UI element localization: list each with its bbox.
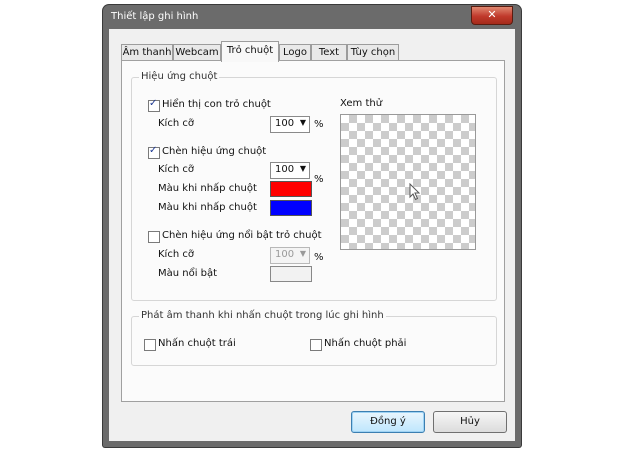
ok-button[interactable]: Đồng ý: [351, 411, 425, 433]
left-click-sound-label: Nhấn chuột trái: [158, 338, 236, 349]
right-click-color-label: Màu khi nhấp chuột: [158, 202, 257, 213]
tab-label: Logo: [283, 47, 307, 58]
highlight-size-select[interactable]: 100 ▼: [270, 247, 310, 264]
show-cursor-checkbox[interactable]: ✓: [148, 98, 160, 112]
group-title: Phát âm thanh khi nhấn chuột trong lúc g…: [139, 310, 386, 321]
mouse-pointer-icon: [409, 183, 421, 201]
close-icon: ✕: [487, 8, 497, 21]
tab-logo[interactable]: Logo: [279, 44, 311, 61]
cursor-preview: [340, 114, 476, 250]
click-size-select[interactable]: 100 ▼: [270, 162, 310, 179]
tab-label: Webcam: [175, 47, 219, 58]
button-label: Đồng ý: [370, 416, 406, 427]
highlight-checkbox[interactable]: [148, 231, 160, 243]
tab-cursor[interactable]: Trỏ chuột: [221, 41, 279, 62]
group-title: Hiệu ứng chuột: [139, 71, 220, 82]
right-click-sound-label: Nhấn chuột phải: [324, 338, 407, 349]
tab-label: Trỏ chuột: [226, 45, 274, 56]
percent-unit: %: [314, 119, 324, 130]
highlight-label: Chèn hiệu ứng nổi bật trỏ chuột: [162, 230, 322, 241]
percent-unit: %: [314, 252, 324, 263]
left-click-sound-checkbox[interactable]: [144, 339, 156, 351]
click-effect-checkbox[interactable]: ✓: [148, 145, 160, 159]
highlight-color-label: Màu nổi bật: [158, 268, 218, 279]
left-click-color-label: Màu khi nhấp chuột: [158, 183, 257, 194]
button-label: Hủy: [460, 416, 480, 427]
click-size-label: Kích cỡ: [158, 164, 194, 175]
window-title: Thiết lập ghi hình: [111, 11, 199, 22]
left-click-color-swatch[interactable]: [270, 181, 312, 197]
click-effect-label: Chèn hiệu ứng chuột: [162, 146, 267, 157]
tab-label: Âm thanh: [122, 47, 172, 58]
right-click-sound-checkbox[interactable]: [310, 339, 322, 351]
chevron-down-icon: ▼: [299, 118, 306, 127]
select-value: 100: [275, 164, 295, 175]
settings-dialog: Thiết lập ghi hình ✕ Âm thanh Webcam Trỏ…: [103, 5, 521, 447]
checkmark-icon: ✓: [149, 98, 158, 109]
tab-options[interactable]: Tùy chọn: [347, 44, 399, 61]
tab-label: Tùy chọn: [350, 47, 396, 58]
tab-webcam[interactable]: Webcam: [173, 44, 221, 61]
percent-unit: %: [314, 174, 324, 185]
highlight-size-label: Kích cỡ: [158, 249, 194, 260]
tab-label: Text: [318, 47, 340, 58]
cancel-button[interactable]: Hủy: [433, 411, 507, 433]
cursor-size-select[interactable]: 100 ▼: [270, 116, 310, 133]
click-sound-group: Phát âm thanh khi nhấn chuột trong lúc g…: [131, 310, 497, 366]
chevron-down-icon: ▼: [299, 249, 306, 258]
dialog-body: Âm thanh Webcam Trỏ chuột Logo Text Tùy …: [109, 29, 515, 441]
close-button[interactable]: ✕: [471, 6, 513, 25]
highlight-color-swatch[interactable]: [270, 266, 312, 282]
cursor-tab-page: Hiệu ứng chuột ✓ Hiển thị con trỏ chuột …: [121, 60, 505, 402]
show-cursor-label: Hiển thị con trỏ chuột: [162, 99, 271, 110]
title-bar: Thiết lập ghi hình ✕: [103, 5, 521, 29]
tab-text[interactable]: Text: [311, 44, 347, 61]
right-click-color-swatch[interactable]: [270, 200, 312, 216]
mouse-effects-group: Hiệu ứng chuột ✓ Hiển thị con trỏ chuột …: [131, 71, 497, 301]
cursor-size-label: Kích cỡ: [158, 118, 194, 129]
checkmark-icon: ✓: [149, 145, 158, 156]
select-value: 100: [275, 118, 295, 129]
chevron-down-icon: ▼: [299, 164, 306, 173]
select-value: 100: [275, 249, 295, 260]
preview-label: Xem thử: [340, 98, 383, 109]
tab-audio[interactable]: Âm thanh: [121, 44, 173, 61]
